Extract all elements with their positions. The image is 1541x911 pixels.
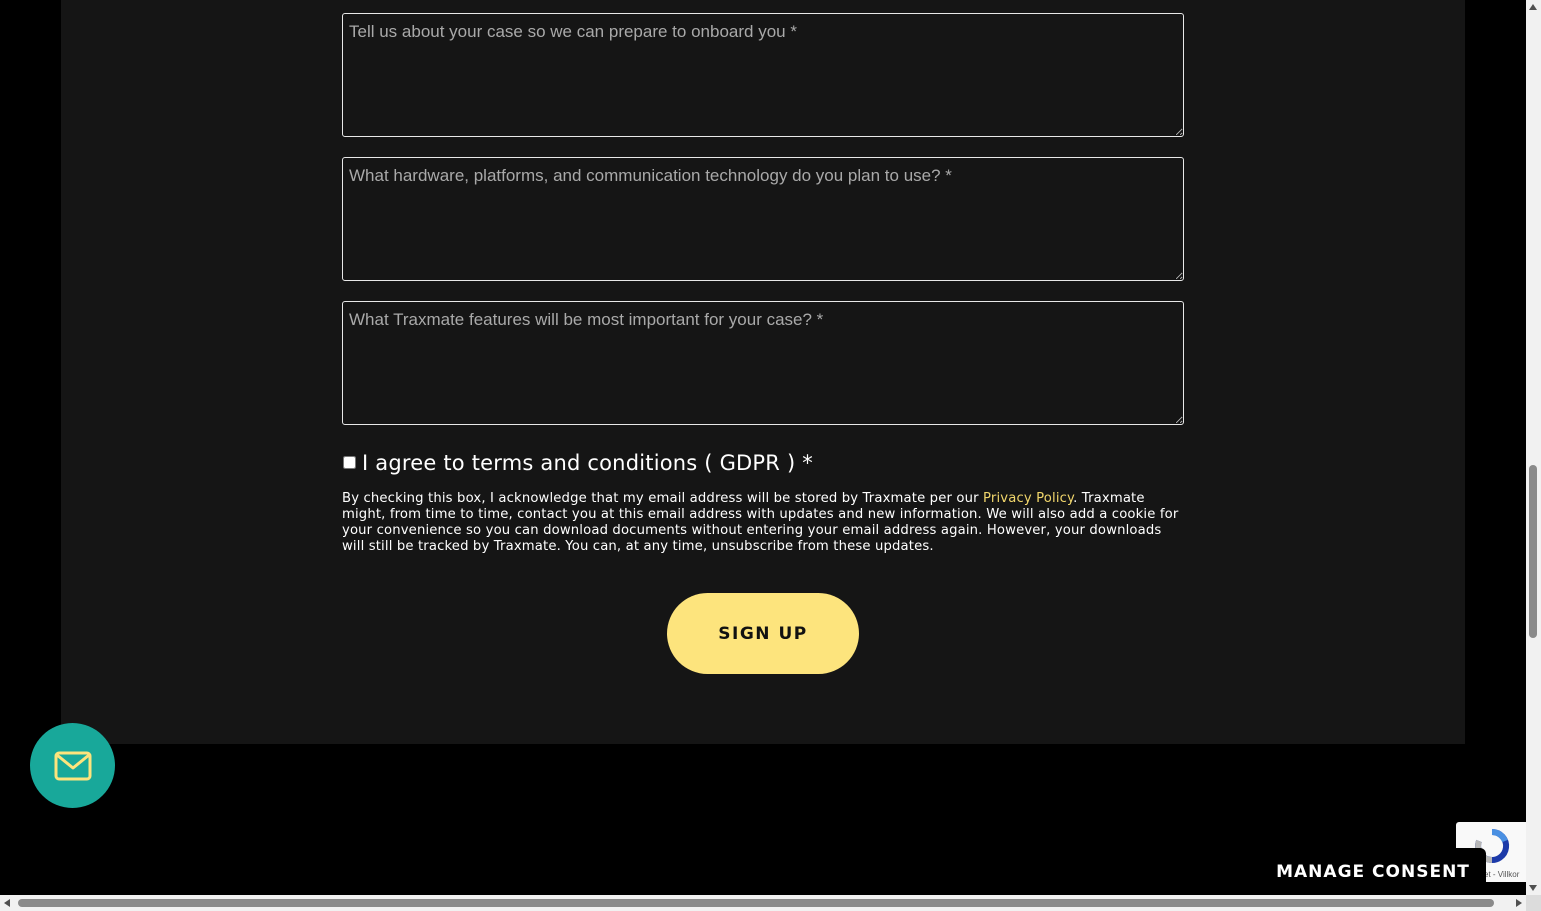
- gdpr-checkbox[interactable]: [343, 455, 356, 469]
- manage-consent-button[interactable]: MANAGE CONSENT: [1260, 848, 1486, 896]
- hardware-platforms-field[interactable]: [342, 157, 1184, 281]
- scrollbar-corner: [1526, 895, 1541, 911]
- disclaimer-text-start: By checking this box, I acknowledge that…: [342, 491, 984, 506]
- scroll-up-arrow-icon[interactable]: [1529, 4, 1537, 10]
- recaptcha-terms-text[interactable]: et - Villkor: [1484, 870, 1519, 879]
- horizontal-scrollbar[interactable]: [0, 895, 1526, 911]
- important-features-field[interactable]: [342, 301, 1184, 425]
- gdpr-consent-row: I agree to terms and conditions ( GDPR )…: [342, 451, 813, 475]
- vertical-scroll-thumb[interactable]: [1529, 465, 1537, 638]
- scroll-right-arrow-icon[interactable]: [1516, 899, 1522, 907]
- gdpr-label: I agree to terms and conditions ( GDPR )…: [362, 451, 813, 475]
- vertical-scrollbar[interactable]: [1526, 0, 1541, 895]
- privacy-disclaimer: By checking this box, I acknowledge that…: [342, 491, 1188, 555]
- privacy-policy-link[interactable]: Privacy Policy: [983, 491, 1073, 506]
- scroll-down-arrow-icon[interactable]: [1529, 885, 1537, 891]
- envelope-icon: [54, 751, 91, 780]
- horizontal-scroll-thumb[interactable]: [18, 899, 1494, 907]
- case-description-field[interactable]: [342, 13, 1184, 137]
- sign-up-button[interactable]: SIGN UP: [667, 593, 859, 674]
- scroll-left-arrow-icon[interactable]: [4, 899, 10, 907]
- contact-mail-button[interactable]: [30, 723, 115, 808]
